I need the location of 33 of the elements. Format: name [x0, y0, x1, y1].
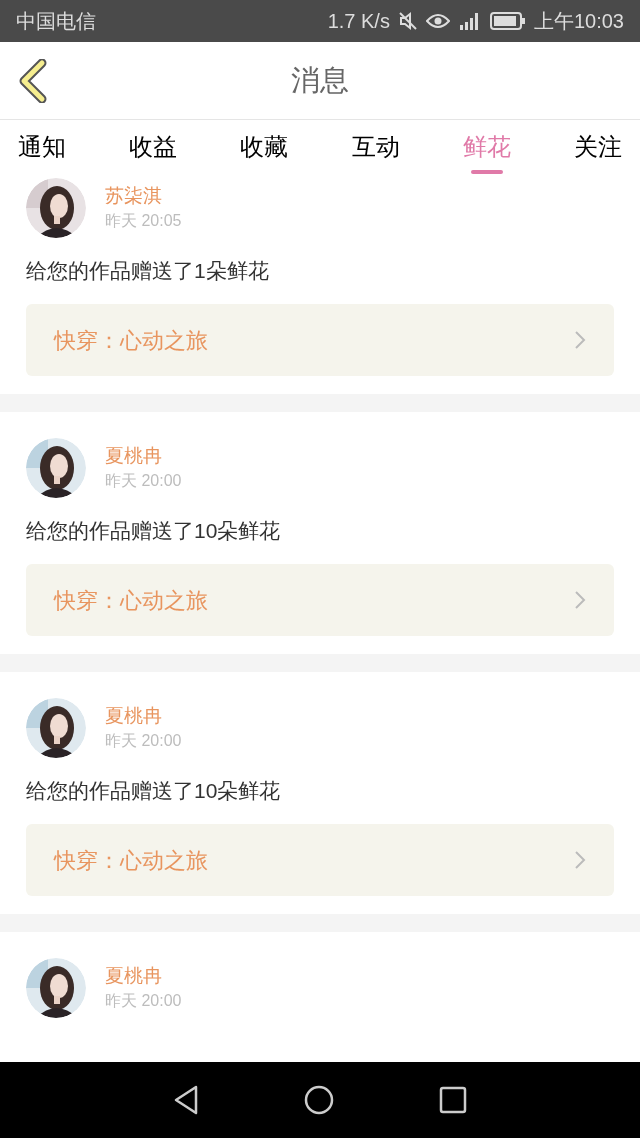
- tab[interactable]: 关注: [573, 120, 622, 174]
- message-text: 给您的作品赠送了1朵鲜花: [26, 258, 270, 284]
- page-title: 消息: [291, 62, 349, 98]
- tab[interactable]: 收藏: [240, 120, 289, 174]
- chevron-right-icon: [574, 590, 586, 610]
- message-time: 昨天 20:05: [105, 211, 182, 231]
- home-nav-button[interactable]: [304, 1085, 334, 1115]
- sender-name: 苏柒淇: [105, 184, 163, 208]
- message-time: 昨天 20:00: [105, 991, 182, 1011]
- triangle-back-icon: [172, 1085, 199, 1115]
- sender-name: 夏桃冉: [105, 704, 163, 728]
- clock-time: 上午10:03: [533, 9, 624, 34]
- message-time: 昨天 20:00: [105, 471, 182, 491]
- battery-icon: [489, 12, 526, 30]
- circle-home-icon: [304, 1085, 334, 1115]
- tab[interactable]: 收益: [129, 120, 178, 174]
- message-time: 昨天 20:00: [105, 731, 182, 751]
- message-text: 给您的作品赠送了10朵鲜花: [26, 778, 282, 804]
- back-icon: [18, 59, 48, 103]
- back-nav-button[interactable]: [172, 1085, 199, 1115]
- eye-icon: [425, 13, 450, 29]
- tab[interactable]: 互动: [351, 120, 400, 174]
- sender-name: 夏桃冉: [105, 964, 163, 988]
- chevron-right-icon: [574, 330, 586, 350]
- network-speed: 1.7 K/s: [327, 9, 390, 34]
- square-recent-icon: [439, 1086, 468, 1114]
- carrier-name: 中国电信: [16, 9, 96, 34]
- tab[interactable]: 通知: [18, 120, 66, 174]
- mute-icon: [397, 11, 418, 31]
- sender-name: 夏桃冉: [105, 444, 163, 468]
- chevron-right-icon: [574, 850, 586, 870]
- message-text: 给您的作品赠送了10朵鲜花: [26, 518, 282, 544]
- recent-apps-button[interactable]: [439, 1086, 468, 1114]
